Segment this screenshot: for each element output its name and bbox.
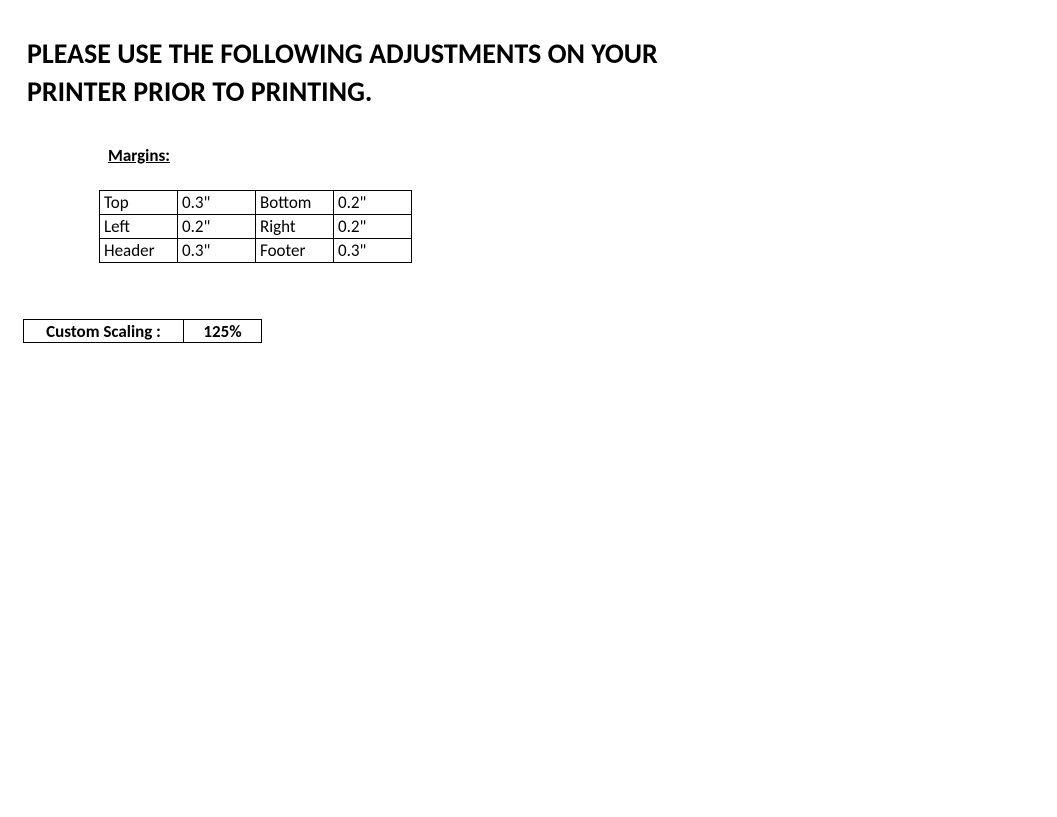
title-line-1: PLEASE USE THE FOLLOWING ADJUSTMENTS ON …	[27, 36, 658, 71]
margin-left-label: Left	[100, 215, 178, 239]
margins-heading: Margins:	[108, 145, 170, 166]
table-row: Custom Scaling : 125%	[24, 320, 262, 343]
table-row: Top 0.3" Bottom 0.2"	[100, 191, 412, 215]
margin-footer-value: 0.3"	[334, 239, 412, 263]
table-row: Left 0.2" Right 0.2"	[100, 215, 412, 239]
custom-scaling-box: Custom Scaling : 125%	[23, 319, 262, 343]
margin-top-value: 0.3"	[178, 191, 256, 215]
table-row: Header 0.3" Footer 0.3"	[100, 239, 412, 263]
page-title: PLEASE USE THE FOLLOWING ADJUSTMENTS ON …	[27, 35, 658, 111]
custom-scaling-label: Custom Scaling :	[24, 320, 184, 343]
margin-footer-label: Footer	[256, 239, 334, 263]
margin-bottom-value: 0.2"	[334, 191, 412, 215]
title-line-2: PRINTER PRIOR TO PRINTING.	[27, 74, 372, 109]
margin-top-label: Top	[100, 191, 178, 215]
margin-left-value: 0.2"	[178, 215, 256, 239]
custom-scaling-value: 125%	[184, 320, 262, 343]
margin-header-value: 0.3"	[178, 239, 256, 263]
margin-right-value: 0.2"	[334, 215, 412, 239]
margin-header-label: Header	[100, 239, 178, 263]
margin-right-label: Right	[256, 215, 334, 239]
margins-table: Top 0.3" Bottom 0.2" Left 0.2" Right 0.2…	[99, 190, 412, 263]
margin-bottom-label: Bottom	[256, 191, 334, 215]
